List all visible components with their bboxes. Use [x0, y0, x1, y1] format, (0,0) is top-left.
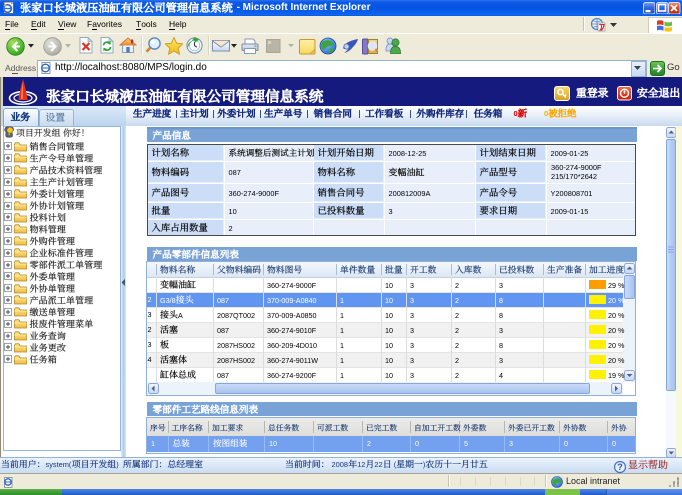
svg-text:?: ?	[617, 462, 623, 472]
